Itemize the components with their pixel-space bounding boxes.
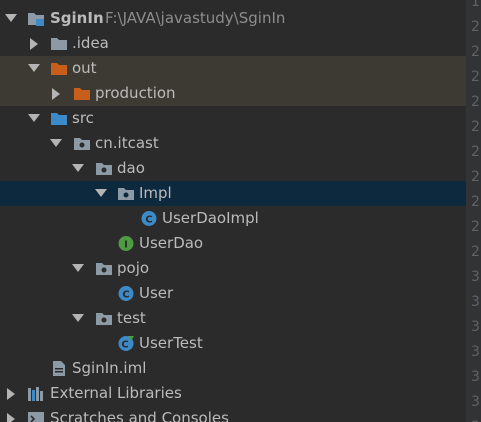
- tree-label-iml: SginIn.iml: [72, 359, 147, 377]
- line-number: 2: [471, 194, 480, 210]
- test-class-icon: C: [118, 336, 134, 351]
- tree-row-iml[interactable]: SginIn.iml: [0, 356, 466, 381]
- class-icon: C: [141, 211, 157, 226]
- excluded-folder-icon: [74, 88, 90, 100]
- project-tree: SginIn F:\JAVA\javastudy\SginIn .idea ou…: [0, 0, 466, 422]
- tree-label-idea: .idea: [72, 34, 109, 52]
- tree-label-user: User: [139, 284, 174, 302]
- line-number: 3: [471, 344, 480, 360]
- module-folder-icon: [28, 13, 44, 26]
- tree-row-out[interactable]: out: [0, 56, 466, 81]
- iml-file-icon: [53, 361, 65, 376]
- tree-row-user-test[interactable]: C UserTest: [0, 331, 466, 356]
- line-number: 1: [471, 0, 480, 10]
- expand-arrow-icon[interactable]: [27, 56, 41, 81]
- line-number: 3: [471, 269, 480, 285]
- line-number: 2: [471, 69, 480, 85]
- tree-label-out: out: [72, 59, 97, 77]
- editor-gutter: 1 2 2 2 2 2 2 2 2 2 2 3 3 3 3 3 3 3: [466, 0, 481, 422]
- tree-label-dao: dao: [117, 159, 145, 177]
- tree-row-dao[interactable]: dao: [0, 156, 466, 181]
- package-icon: [118, 188, 134, 200]
- tree-label-pojo: pojo: [117, 259, 150, 277]
- tree-label-scratches: Scratches and Consoles: [50, 409, 229, 422]
- tree-label-src: src: [72, 109, 94, 127]
- tree-row-project[interactable]: SginIn F:\JAVA\javastudy\SginIn: [0, 6, 466, 31]
- line-number: 2: [471, 44, 480, 60]
- tree-row-external-libraries[interactable]: External Libraries: [0, 381, 466, 406]
- collapse-arrow-icon[interactable]: [4, 381, 18, 406]
- package-icon: [96, 313, 112, 325]
- package-icon: [74, 138, 90, 150]
- expand-arrow-icon[interactable]: [71, 156, 85, 181]
- tree-row-test[interactable]: test: [0, 306, 466, 331]
- line-number: 3: [471, 319, 480, 335]
- source-folder-icon: [51, 113, 67, 125]
- svg-text:C: C: [121, 340, 128, 351]
- line-number: 2: [471, 19, 480, 35]
- libraries-icon: [28, 387, 43, 401]
- line-number: 2: [471, 219, 480, 235]
- line-number: 2: [471, 169, 480, 185]
- tree-label-user-test: UserTest: [139, 334, 203, 352]
- tree-row-user[interactable]: C User: [0, 281, 466, 306]
- tree-row-package-cn-itcast[interactable]: cn.itcast: [0, 131, 466, 156]
- tree-row-scratches[interactable]: Scratches and Consoles: [0, 406, 466, 422]
- package-icon: [96, 163, 112, 175]
- tree-label-test: test: [117, 309, 146, 327]
- tree-row-production[interactable]: production: [0, 81, 466, 106]
- interface-icon: I: [118, 236, 134, 251]
- tree-row-impl[interactable]: Impl: [0, 181, 466, 206]
- expand-arrow-icon[interactable]: [49, 131, 63, 156]
- line-number: 2: [471, 94, 480, 110]
- svg-text:C: C: [145, 215, 152, 226]
- tree-row-src[interactable]: src: [0, 106, 466, 131]
- collapse-arrow-icon[interactable]: [4, 406, 18, 422]
- tree-row-user-dao[interactable]: I UserDao: [0, 231, 466, 256]
- line-number: 2: [471, 119, 480, 135]
- line-number: 3: [471, 369, 480, 385]
- collapse-arrow-icon[interactable]: [49, 81, 63, 106]
- tree-label-impl: Impl: [139, 184, 172, 202]
- project-name: SginIn: [50, 9, 104, 27]
- project-path: F:\JAVA\javastudy\SginIn: [105, 9, 286, 27]
- tree-row-pojo[interactable]: pojo: [0, 256, 466, 281]
- expand-arrow-icon[interactable]: [71, 306, 85, 331]
- line-number: 3: [471, 294, 480, 310]
- excluded-folder-icon: [51, 63, 67, 75]
- collapse-arrow-icon[interactable]: [27, 31, 41, 56]
- package-icon: [96, 263, 112, 275]
- line-number: 3: [471, 394, 480, 410]
- scratches-icon: [28, 412, 44, 422]
- expand-arrow-icon[interactable]: [94, 181, 108, 206]
- expand-arrow-icon[interactable]: [27, 106, 41, 131]
- svg-text:C: C: [122, 290, 129, 301]
- tree-label-production: production: [95, 84, 176, 102]
- expand-arrow-icon[interactable]: [4, 6, 18, 31]
- line-number: 2: [471, 144, 480, 160]
- svg-text:I: I: [124, 240, 128, 251]
- folder-icon: [51, 38, 67, 50]
- tree-row-user-dao-impl[interactable]: C UserDaoImpl: [0, 206, 466, 231]
- tree-label-user-dao: UserDao: [139, 234, 204, 252]
- expand-arrow-icon[interactable]: [71, 256, 85, 281]
- tree-row-idea[interactable]: .idea: [0, 31, 466, 56]
- tree-label-package: cn.itcast: [95, 134, 159, 152]
- tree-label-user-dao-impl: UserDaoImpl: [162, 209, 259, 227]
- class-icon: C: [118, 286, 134, 301]
- tree-label-external-libraries: External Libraries: [50, 384, 182, 402]
- line-number: 2: [471, 244, 480, 260]
